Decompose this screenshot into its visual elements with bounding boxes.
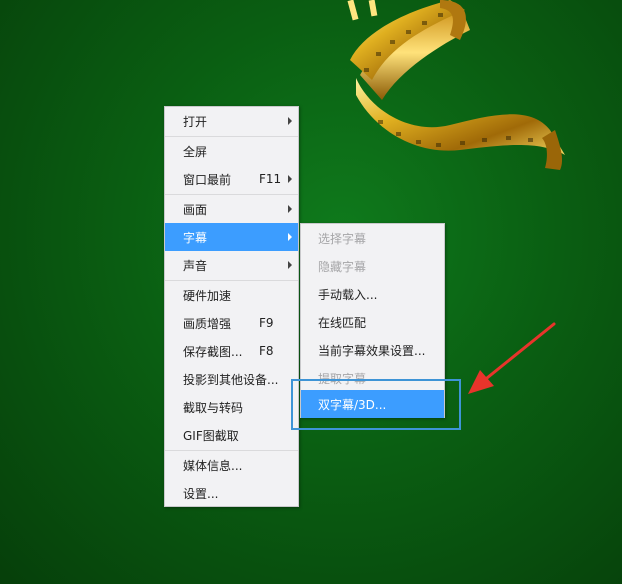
submenu-item-hide-subtitle[interactable]: 隐藏字幕 — [301, 252, 444, 280]
menu-item-label: 截取与转码 — [183, 400, 244, 415]
menu-item-label: 字幕 — [183, 230, 208, 245]
menu-item-label: 画面 — [183, 202, 208, 217]
menu-item-audio[interactable]: 声音 — [165, 251, 298, 279]
highlight-box-annotation — [291, 379, 461, 430]
menu-item-label: 全屏 — [183, 144, 208, 159]
menu-item-save-screenshot[interactable]: 保存截图... F8 — [165, 337, 298, 365]
menu-item-fullscreen[interactable]: 全屏 — [165, 137, 298, 165]
menu-item-label: 隐藏字幕 — [318, 259, 367, 274]
menu-item-clip-and-transcode[interactable]: 截取与转码 — [165, 393, 298, 421]
menu-item-media-info[interactable]: 媒体信息... — [165, 451, 298, 479]
menu-item-settings[interactable]: 设置... — [165, 479, 298, 507]
menu-item-label: GIF图截取 — [183, 428, 239, 443]
menu-item-label: 在线匹配 — [318, 315, 367, 330]
menu-item-hardware-acceleration[interactable]: 硬件加速 — [165, 281, 298, 309]
submenu-arrow-icon — [288, 261, 292, 269]
submenu-arrow-icon — [288, 117, 292, 125]
menu-item-cast-to-device[interactable]: 投影到其他设备... — [165, 365, 298, 393]
submenu-arrow-icon — [288, 175, 292, 183]
submenu-item-online-match[interactable]: 在线匹配 — [301, 308, 444, 336]
menu-item-subtitle[interactable]: 字幕 — [165, 223, 298, 251]
submenu-arrow-icon — [288, 233, 292, 241]
menu-item-always-on-top[interactable]: 窗口最前 F11 — [165, 165, 298, 193]
menu-item-label: 手动载入... — [318, 287, 378, 302]
submenu-item-subtitle-effect-settings[interactable]: 当前字幕效果设置... — [301, 336, 444, 364]
menu-item-label: 设置... — [183, 486, 219, 501]
submenu-item-manual-load[interactable]: 手动载入... — [301, 280, 444, 308]
menu-item-quality-enhance[interactable]: 画质增强 F9 — [165, 309, 298, 337]
menu-item-label: 选择字幕 — [318, 231, 367, 246]
menu-item-label: 媒体信息... — [183, 458, 243, 473]
menu-item-label: 打开 — [183, 114, 208, 129]
menu-item-label: 保存截图... — [183, 344, 243, 359]
menu-item-gif-capture[interactable]: GIF图截取 — [165, 421, 298, 449]
shortcut-label: F11 — [259, 172, 282, 186]
menu-item-label: 声音 — [183, 258, 208, 273]
shortcut-label: F9 — [259, 316, 274, 330]
menu-item-label: 硬件加速 — [183, 288, 232, 303]
menu-item-label: 投影到其他设备... — [183, 372, 279, 387]
shortcut-label: F8 — [259, 344, 274, 358]
menu-item-label: 窗口最前 — [183, 172, 232, 187]
film-ribbon-decoration — [347, 0, 565, 170]
menu-item-label: 画质增强 — [183, 316, 232, 331]
submenu-item-select-subtitle[interactable]: 选择字幕 — [301, 224, 444, 252]
context-menu: 打开 全屏 窗口最前 F11 画面 字幕 声音 硬件加速 画质增强 F9 保存截… — [164, 106, 299, 507]
menu-item-open[interactable]: 打开 — [165, 107, 298, 135]
submenu-arrow-icon — [288, 205, 292, 213]
red-arrow-annotation-icon — [468, 322, 556, 394]
menu-item-label: 当前字幕效果设置... — [318, 343, 426, 358]
menu-item-video[interactable]: 画面 — [165, 195, 298, 223]
